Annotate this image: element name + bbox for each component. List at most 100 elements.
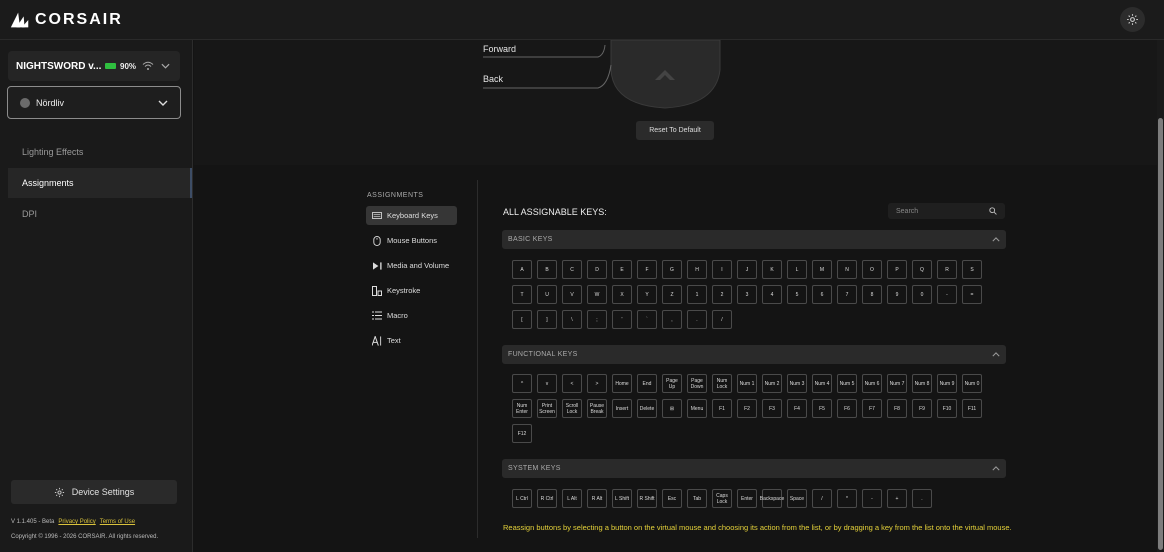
key-button[interactable]: Num 5	[837, 374, 857, 393]
key-button[interactable]: <	[562, 374, 582, 393]
key-button[interactable]: D	[587, 260, 607, 279]
key-button[interactable]: Num Enter	[512, 399, 532, 418]
key-button[interactable]: Esc	[662, 489, 682, 508]
key-button[interactable]: B	[537, 260, 557, 279]
key-button[interactable]: \	[562, 310, 582, 329]
key-button[interactable]: Num 2	[762, 374, 782, 393]
key-button[interactable]: L Shift	[612, 489, 632, 508]
device-selector[interactable]: NIGHTSWORD v... 90%	[8, 51, 180, 81]
key-button[interactable]: F1	[712, 399, 732, 418]
key-button[interactable]: L Alt	[562, 489, 582, 508]
key-button[interactable]: 4	[762, 285, 782, 304]
key-button[interactable]: ^	[512, 374, 532, 393]
back-button-label[interactable]: Back	[483, 74, 503, 84]
key-button[interactable]: G	[662, 260, 682, 279]
key-button[interactable]: Page Up	[662, 374, 682, 393]
key-button[interactable]: ,	[662, 310, 682, 329]
key-button[interactable]: Num 6	[862, 374, 882, 393]
category-media-volume[interactable]: Media and Volume	[366, 256, 457, 275]
key-button[interactable]: End	[637, 374, 657, 393]
category-macro[interactable]: Macro	[366, 306, 457, 325]
key-button[interactable]: I	[712, 260, 732, 279]
key-button[interactable]: Num 4	[812, 374, 832, 393]
nav-dpi[interactable]: DPI	[8, 199, 192, 229]
key-button[interactable]: ;	[587, 310, 607, 329]
key-button[interactable]: F8	[887, 399, 907, 418]
key-button[interactable]: Num 9	[937, 374, 957, 393]
nav-assignments[interactable]: Assignments	[8, 168, 192, 198]
key-button[interactable]: Pause Break	[587, 399, 607, 418]
key-button[interactable]: .	[912, 489, 932, 508]
key-button[interactable]: Y	[637, 285, 657, 304]
terms-of-use-link[interactable]: Terms of Use	[100, 519, 135, 525]
key-button[interactable]: M	[812, 260, 832, 279]
key-button[interactable]: Page Down	[687, 374, 707, 393]
key-button[interactable]: /	[712, 310, 732, 329]
section-basic-keys[interactable]: BASIC KEYS	[502, 230, 1006, 249]
key-button[interactable]: 9	[887, 285, 907, 304]
key-button[interactable]: Q	[912, 260, 932, 279]
key-button[interactable]: R	[937, 260, 957, 279]
key-button[interactable]: 1	[687, 285, 707, 304]
key-button[interactable]: Enter	[737, 489, 757, 508]
key-button[interactable]: T	[512, 285, 532, 304]
key-button[interactable]: W	[587, 285, 607, 304]
key-button[interactable]: F4	[787, 399, 807, 418]
key-button[interactable]: F10	[937, 399, 957, 418]
key-button[interactable]: Print Screen	[537, 399, 557, 418]
key-button[interactable]: 3	[737, 285, 757, 304]
key-button[interactable]: O	[862, 260, 882, 279]
key-button[interactable]: Menu	[687, 399, 707, 418]
key-button[interactable]: U	[537, 285, 557, 304]
key-button[interactable]: L	[787, 260, 807, 279]
key-button[interactable]: A	[512, 260, 532, 279]
scrollbar-thumb[interactable]	[1158, 118, 1163, 550]
key-button[interactable]: Home	[612, 374, 632, 393]
reset-to-default-button[interactable]: Reset To Default	[636, 121, 714, 140]
category-keystroke[interactable]: Keystroke	[366, 281, 457, 300]
key-button[interactable]: R Alt	[587, 489, 607, 508]
key-button[interactable]: ]	[537, 310, 557, 329]
profile-dropdown[interactable]: Nördliv	[7, 86, 181, 119]
key-button[interactable]: J	[737, 260, 757, 279]
key-button[interactable]: Num 3	[787, 374, 807, 393]
key-button[interactable]: v	[537, 374, 557, 393]
category-mouse-buttons[interactable]: Mouse Buttons	[366, 231, 457, 250]
key-button[interactable]: '	[612, 310, 632, 329]
key-button[interactable]: Num 8	[912, 374, 932, 393]
key-button[interactable]: F6	[837, 399, 857, 418]
key-button[interactable]: C	[562, 260, 582, 279]
key-button[interactable]: F2	[737, 399, 757, 418]
key-button[interactable]: Z	[662, 285, 682, 304]
key-button[interactable]: 5	[787, 285, 807, 304]
key-button[interactable]: +	[887, 489, 907, 508]
key-button[interactable]: =	[962, 285, 982, 304]
key-button[interactable]: 8	[862, 285, 882, 304]
key-search-input[interactable]: Search	[888, 203, 1005, 219]
key-button[interactable]: *	[837, 489, 857, 508]
key-button[interactable]: Delete	[637, 399, 657, 418]
device-settings-button[interactable]: Device Settings	[11, 480, 177, 504]
key-button[interactable]: .	[687, 310, 707, 329]
section-functional-keys[interactable]: FUNCTIONAL KEYS	[502, 345, 1006, 364]
key-button[interactable]: F5	[812, 399, 832, 418]
key-button[interactable]: F7	[862, 399, 882, 418]
key-button[interactable]: Num Lock	[712, 374, 732, 393]
nav-lighting-effects[interactable]: Lighting Effects	[8, 137, 192, 167]
key-button[interactable]: E	[612, 260, 632, 279]
key-button[interactable]: F3	[762, 399, 782, 418]
category-text[interactable]: Text	[366, 331, 457, 350]
key-button[interactable]: Backspace	[760, 489, 784, 508]
mouse-illustration[interactable]	[480, 40, 740, 115]
key-button[interactable]: Num 7	[887, 374, 907, 393]
section-system-keys[interactable]: SYSTEM KEYS	[502, 459, 1006, 478]
key-button[interactable]: Num 1	[737, 374, 757, 393]
key-button[interactable]: ⊞	[662, 399, 682, 418]
key-button[interactable]: F11	[962, 399, 982, 418]
key-button[interactable]: Scroll Lock	[562, 399, 582, 418]
app-settings-button[interactable]	[1120, 7, 1145, 32]
key-button[interactable]: Caps Lock	[712, 489, 732, 508]
privacy-policy-link[interactable]: Privacy Policy	[58, 519, 95, 525]
key-button[interactable]: 6	[812, 285, 832, 304]
key-button[interactable]: Tab	[687, 489, 707, 508]
